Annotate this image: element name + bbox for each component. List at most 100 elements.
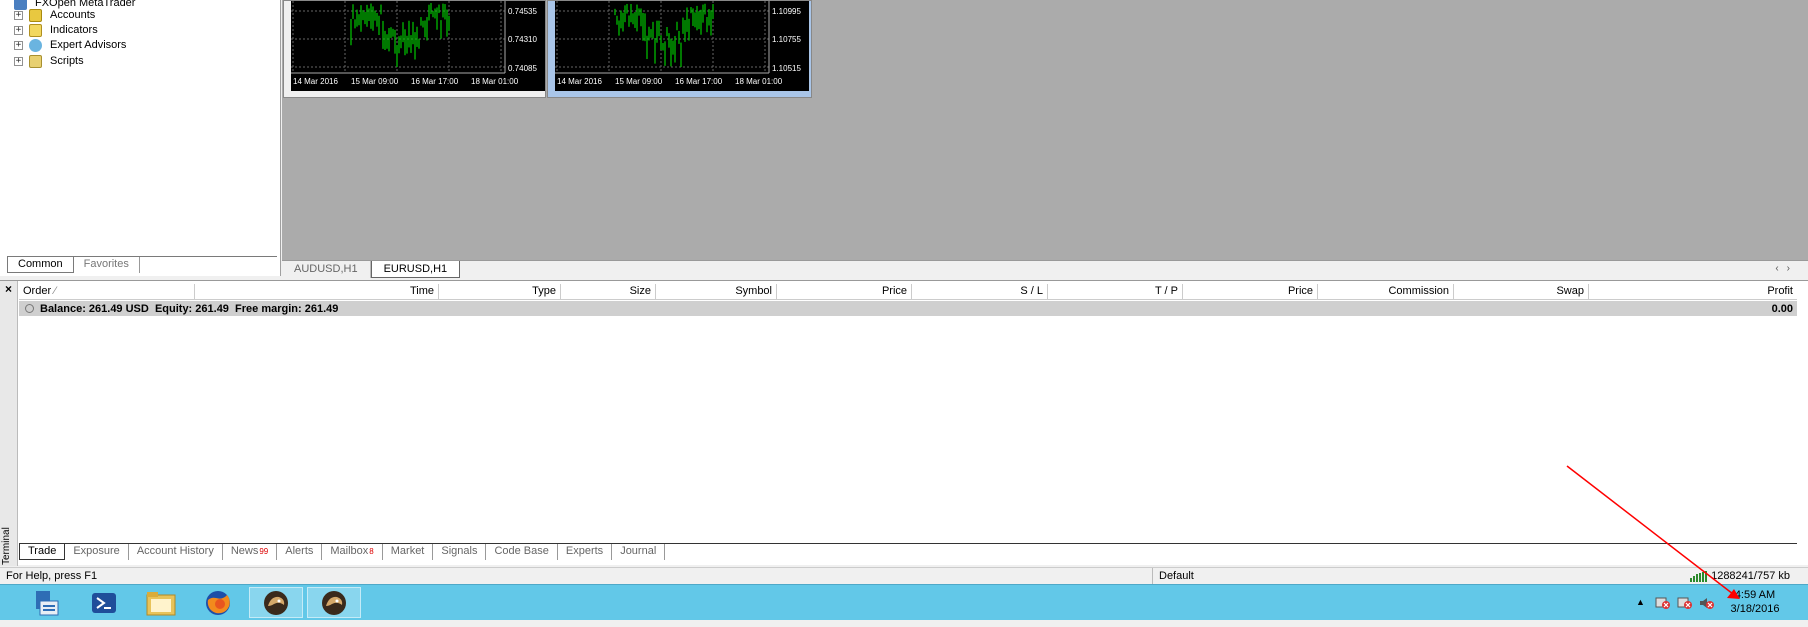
status-help-text: For Help, press F1 <box>6 570 98 582</box>
navigator-tabs: Common Favorites <box>7 256 277 274</box>
taskbar-file-explorer[interactable] <box>134 587 188 618</box>
navigator-item-expert-advisors[interactable]: + Expert Advisors <box>14 37 126 53</box>
metatrader-window: FXOpen MetaTrader + Accounts + Indicator… <box>0 0 1808 627</box>
sort-icon: ⁄ <box>54 285 57 297</box>
tab-label: Journal <box>620 545 657 557</box>
price-tick-label: 0.74535 <box>508 7 537 16</box>
price-tick-label: 1.10995 <box>772 7 801 16</box>
tab-trade[interactable]: Trade <box>19 544 66 560</box>
expand-icon[interactable]: + <box>14 10 23 20</box>
column-header-price[interactable]: Price <box>777 284 912 300</box>
navigator-item-accounts[interactable]: + Accounts <box>14 7 95 23</box>
terminal-sidebar: × Terminal <box>0 281 18 566</box>
taskbar-metatrader-2[interactable] <box>307 587 361 618</box>
taskbar-powershell[interactable] <box>77 587 131 618</box>
chart-tabs-scroll[interactable]: ‹› <box>1775 263 1798 274</box>
close-icon[interactable]: × <box>5 282 12 296</box>
status-profile: Default <box>1152 568 1672 585</box>
connection-status[interactable]: 1288241/757 kb <box>1690 570 1790 582</box>
chevron-right-icon[interactable]: › <box>1787 263 1798 274</box>
balance-icon <box>25 304 34 313</box>
price-tick-label: 1.10755 <box>772 35 801 44</box>
chart-window-eurusd[interactable]: 1.10995 1.10755 1.10515 14 Mar 2016 15 M… <box>547 0 812 98</box>
column-header-type[interactable]: Type <box>439 284 561 300</box>
navigator-panel: FXOpen MetaTrader + Accounts + Indicator… <box>0 0 281 276</box>
tab-label: Market <box>390 545 425 557</box>
tab-signals[interactable]: Signals <box>433 544 487 560</box>
navigator-item-label: Scripts <box>50 55 84 67</box>
chart-workspace: 0.74535 0.74310 0.74085 14 Mar 2016 15 M… <box>282 0 1808 276</box>
tab-code-base[interactable]: Code Base <box>486 544 558 560</box>
taskbar-metatrader-1[interactable] <box>249 587 303 618</box>
column-header-swap[interactable]: Swap <box>1454 284 1589 300</box>
network-error-icon[interactable] <box>1655 596 1671 613</box>
tray-overflow-icon[interactable]: ▲ <box>1636 597 1645 607</box>
bottom-strip <box>0 620 1808 627</box>
indicators-icon <box>29 23 42 37</box>
tab-favorites[interactable]: Favorites <box>74 257 140 273</box>
chart-window-audusd[interactable]: 0.74535 0.74310 0.74085 14 Mar 2016 15 M… <box>283 0 546 98</box>
time-tick-label: 14 Mar 2016 <box>293 77 338 86</box>
expand-icon[interactable]: + <box>14 56 23 66</box>
server-manager-icon <box>36 590 59 615</box>
chart-tabs: AUDUSD,H1 EURUSD,H1 ‹› <box>282 260 1808 278</box>
clock-time: 4:59 AM <box>1734 589 1776 601</box>
status-bar: For Help, press F1 Default 1288241/757 k… <box>0 567 1808 585</box>
expand-icon[interactable]: + <box>14 40 23 50</box>
tab-experts[interactable]: Experts <box>558 544 613 560</box>
tab-exposure[interactable]: Exposure <box>65 544 129 560</box>
tab-news[interactable]: News99 <box>223 544 278 560</box>
tab-common[interactable]: Common <box>7 257 74 273</box>
column-header-order[interactable]: Order ⁄ <box>19 284 195 300</box>
tab-label: News <box>230 545 259 557</box>
chevron-left-icon[interactable]: ‹ <box>1775 263 1786 274</box>
tab-label: Experts <box>565 545 604 557</box>
traffic-counter: 1288241/757 kb <box>1711 570 1790 582</box>
column-header-commission[interactable]: Commission <box>1318 284 1454 300</box>
navigator-item-label: Expert Advisors <box>50 39 127 51</box>
tab-label: Alerts <box>285 545 314 557</box>
accounts-icon <box>29 8 42 22</box>
terminal-panel: × Terminal Order ⁄ Time Type Size Symbol… <box>0 280 1808 566</box>
navigator-item-scripts[interactable]: + Scripts <box>14 53 84 69</box>
tab-alerts[interactable]: Alerts <box>277 544 323 560</box>
column-header-stop-loss[interactable]: S / L <box>912 284 1048 300</box>
price-tick-label: 1.10515 <box>772 64 801 73</box>
windows-taskbar: ▲ 4:59 AM 3/18/2016 <box>0 584 1808 620</box>
tab-count-badge: 8 <box>369 547 374 556</box>
column-header-profit[interactable]: Profit <box>1589 284 1797 300</box>
tab-market[interactable]: Market <box>383 544 434 560</box>
expand-icon[interactable]: + <box>14 25 23 35</box>
price-tick-label: 0.74310 <box>508 35 537 44</box>
system-clock[interactable]: 4:59 AM 3/18/2016 <box>1720 588 1790 616</box>
navigator-item-indicators[interactable]: + Indicators <box>14 22 98 38</box>
column-header-take-profit[interactable]: T / P <box>1048 284 1183 300</box>
balance-row[interactable]: Balance: 261.49 USD Equity: 261.49 Free … <box>19 301 1797 316</box>
column-header-time[interactable]: Time <box>195 284 439 300</box>
tab-mailbox[interactable]: Mailbox8 <box>322 544 383 560</box>
firefox-icon <box>206 590 230 615</box>
chart-canvas[interactable]: 1.10995 1.10755 1.10515 14 Mar 2016 15 M… <box>555 1 809 91</box>
column-header-size[interactable]: Size <box>561 284 656 300</box>
tab-journal[interactable]: Journal <box>612 544 666 560</box>
chart-canvas[interactable]: 0.74535 0.74310 0.74085 14 Mar 2016 15 M… <box>291 1 545 91</box>
column-header-symbol[interactable]: Symbol <box>656 284 777 300</box>
terminal-label: Terminal <box>1 527 12 565</box>
tab-eurusd-h1[interactable]: EURUSD,H1 <box>370 261 461 278</box>
volume-muted-icon[interactable] <box>1699 596 1715 613</box>
metatrader-icon <box>322 590 346 615</box>
terminal-tabs: Trade Exposure Account History News99 Al… <box>19 543 1797 561</box>
column-header-close-price[interactable]: Price <box>1183 284 1318 300</box>
taskbar-firefox[interactable] <box>191 587 245 618</box>
tab-label: Exposure <box>73 545 120 557</box>
powershell-icon <box>92 592 116 613</box>
navigator-item-label: Accounts <box>50 9 96 21</box>
tab-account-history[interactable]: Account History <box>129 544 223 560</box>
tab-audusd-h1[interactable]: AUDUSD,H1 <box>282 261 371 278</box>
taskbar-server-manager[interactable] <box>20 587 74 618</box>
trade-table-header: Order ⁄ Time Type Size Symbol Price S / … <box>19 284 1797 300</box>
tab-label: Signals <box>441 545 478 557</box>
network-error-icon[interactable] <box>1677 596 1693 613</box>
connection-bars-icon <box>1690 570 1708 582</box>
balance-summary: Balance: 261.49 USD Equity: 261.49 Free … <box>40 302 339 315</box>
